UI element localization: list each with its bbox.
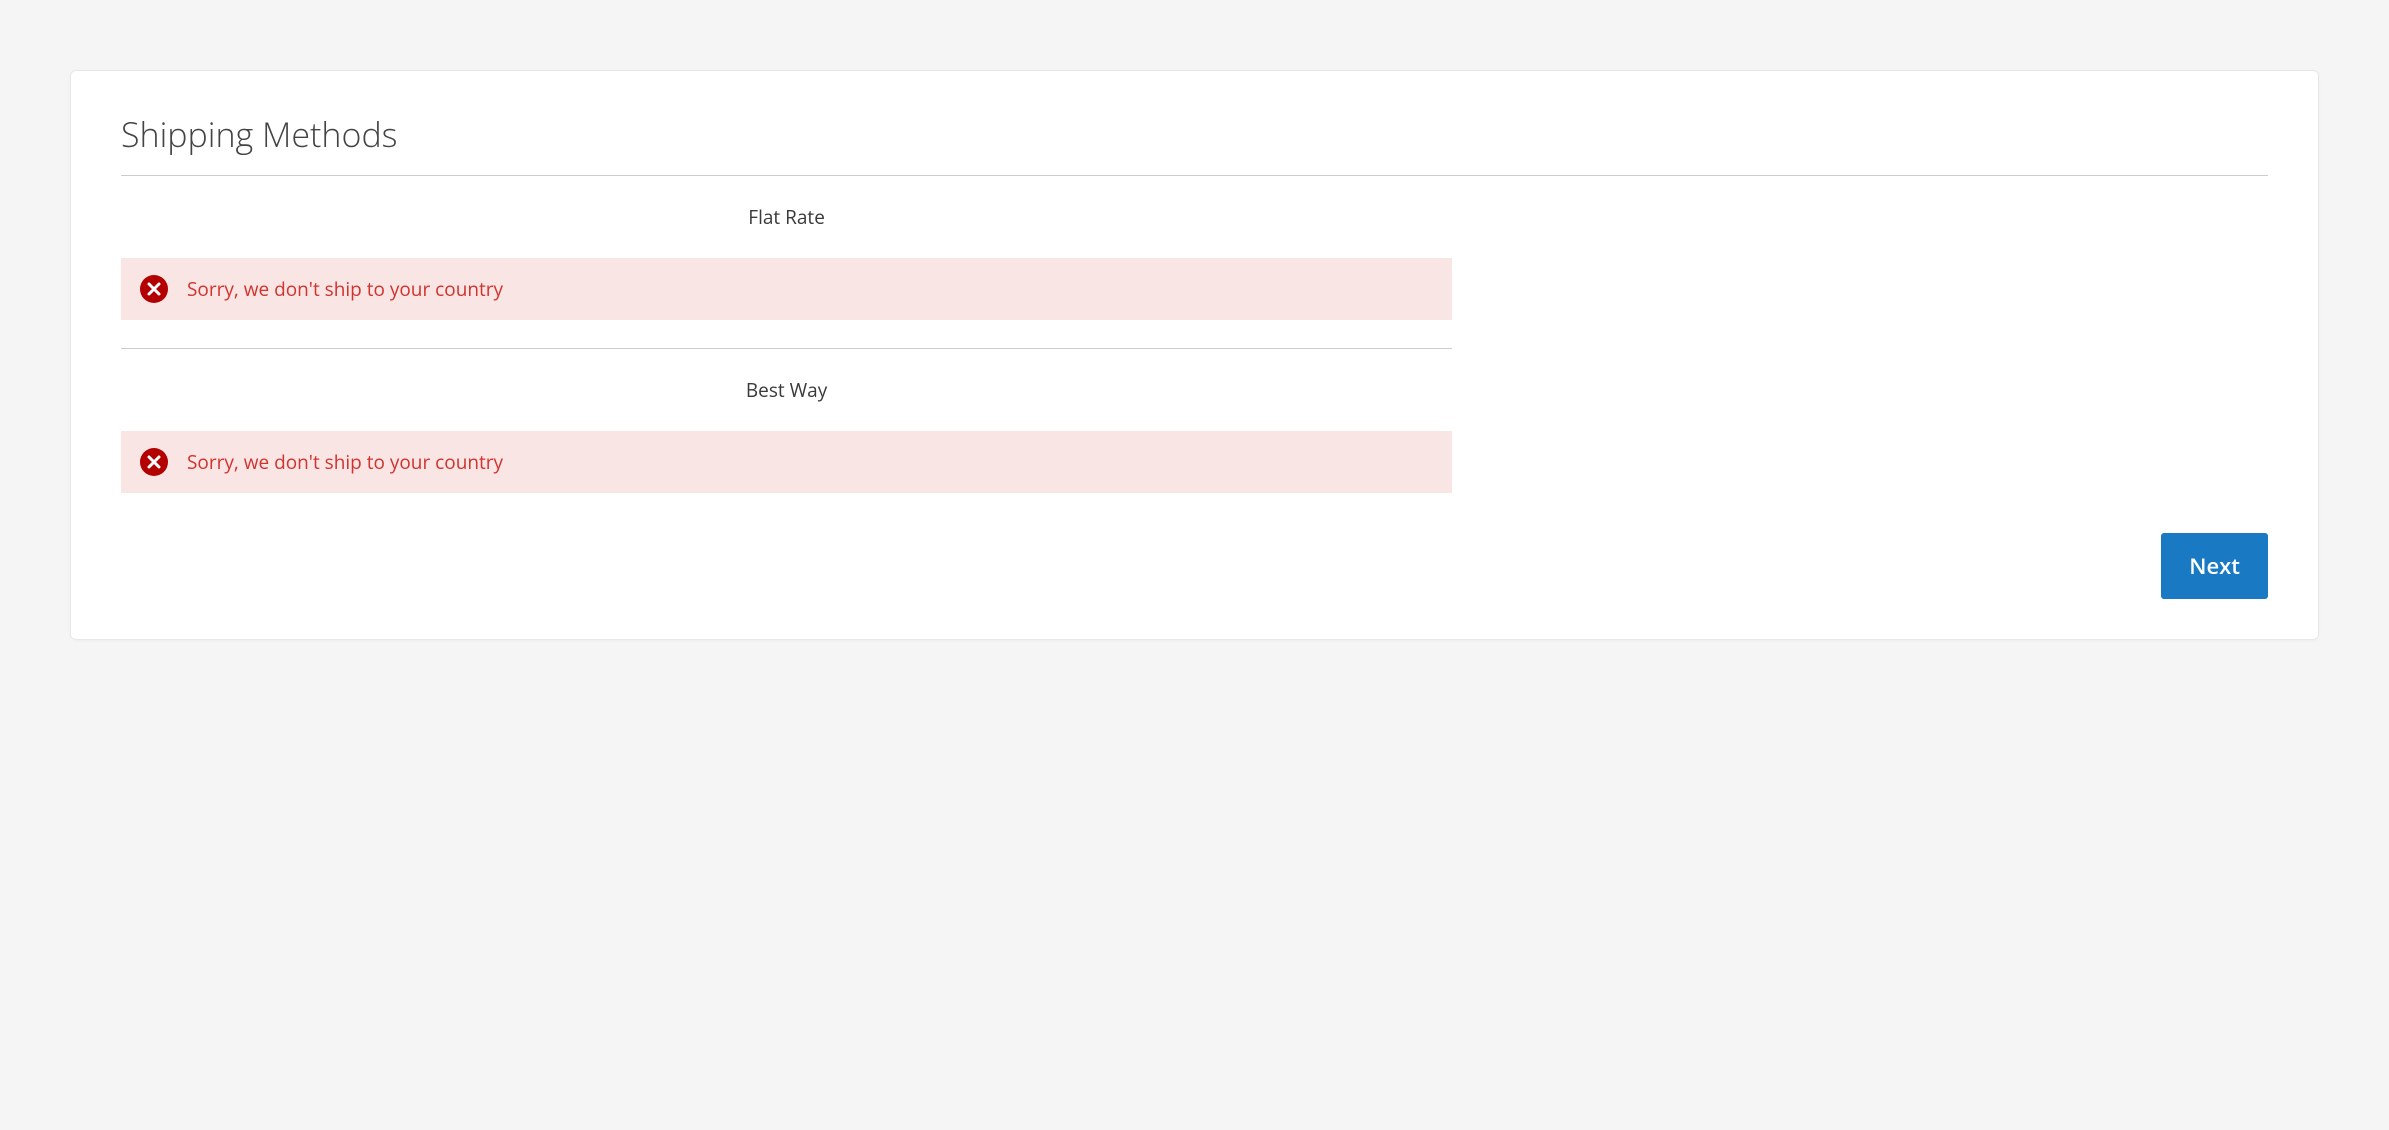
actions-bar: Next: [121, 533, 2268, 599]
error-icon: [139, 447, 169, 477]
shipping-methods-list: Flat Rate Sorry, we don't ship to your c…: [121, 176, 1452, 503]
section-title: Shipping Methods: [121, 111, 2268, 176]
error-message-row: Sorry, we don't ship to your country: [121, 258, 1452, 320]
error-message-row: Sorry, we don't ship to your country: [121, 431, 1452, 493]
error-message-text: Sorry, we don't ship to your country: [187, 276, 503, 302]
shipping-methods-card: Shipping Methods Flat Rate Sorry, we don…: [70, 70, 2319, 640]
shipping-method-best-way: Best Way Sorry, we don't ship to your co…: [121, 349, 1452, 503]
next-button[interactable]: Next: [2161, 533, 2268, 599]
shipping-method-flat-rate: Flat Rate Sorry, we don't ship to your c…: [121, 176, 1452, 349]
shipping-method-label: Flat Rate: [121, 204, 1452, 230]
shipping-method-label: Best Way: [121, 377, 1452, 403]
error-message-text: Sorry, we don't ship to your country: [187, 449, 503, 475]
error-icon: [139, 274, 169, 304]
